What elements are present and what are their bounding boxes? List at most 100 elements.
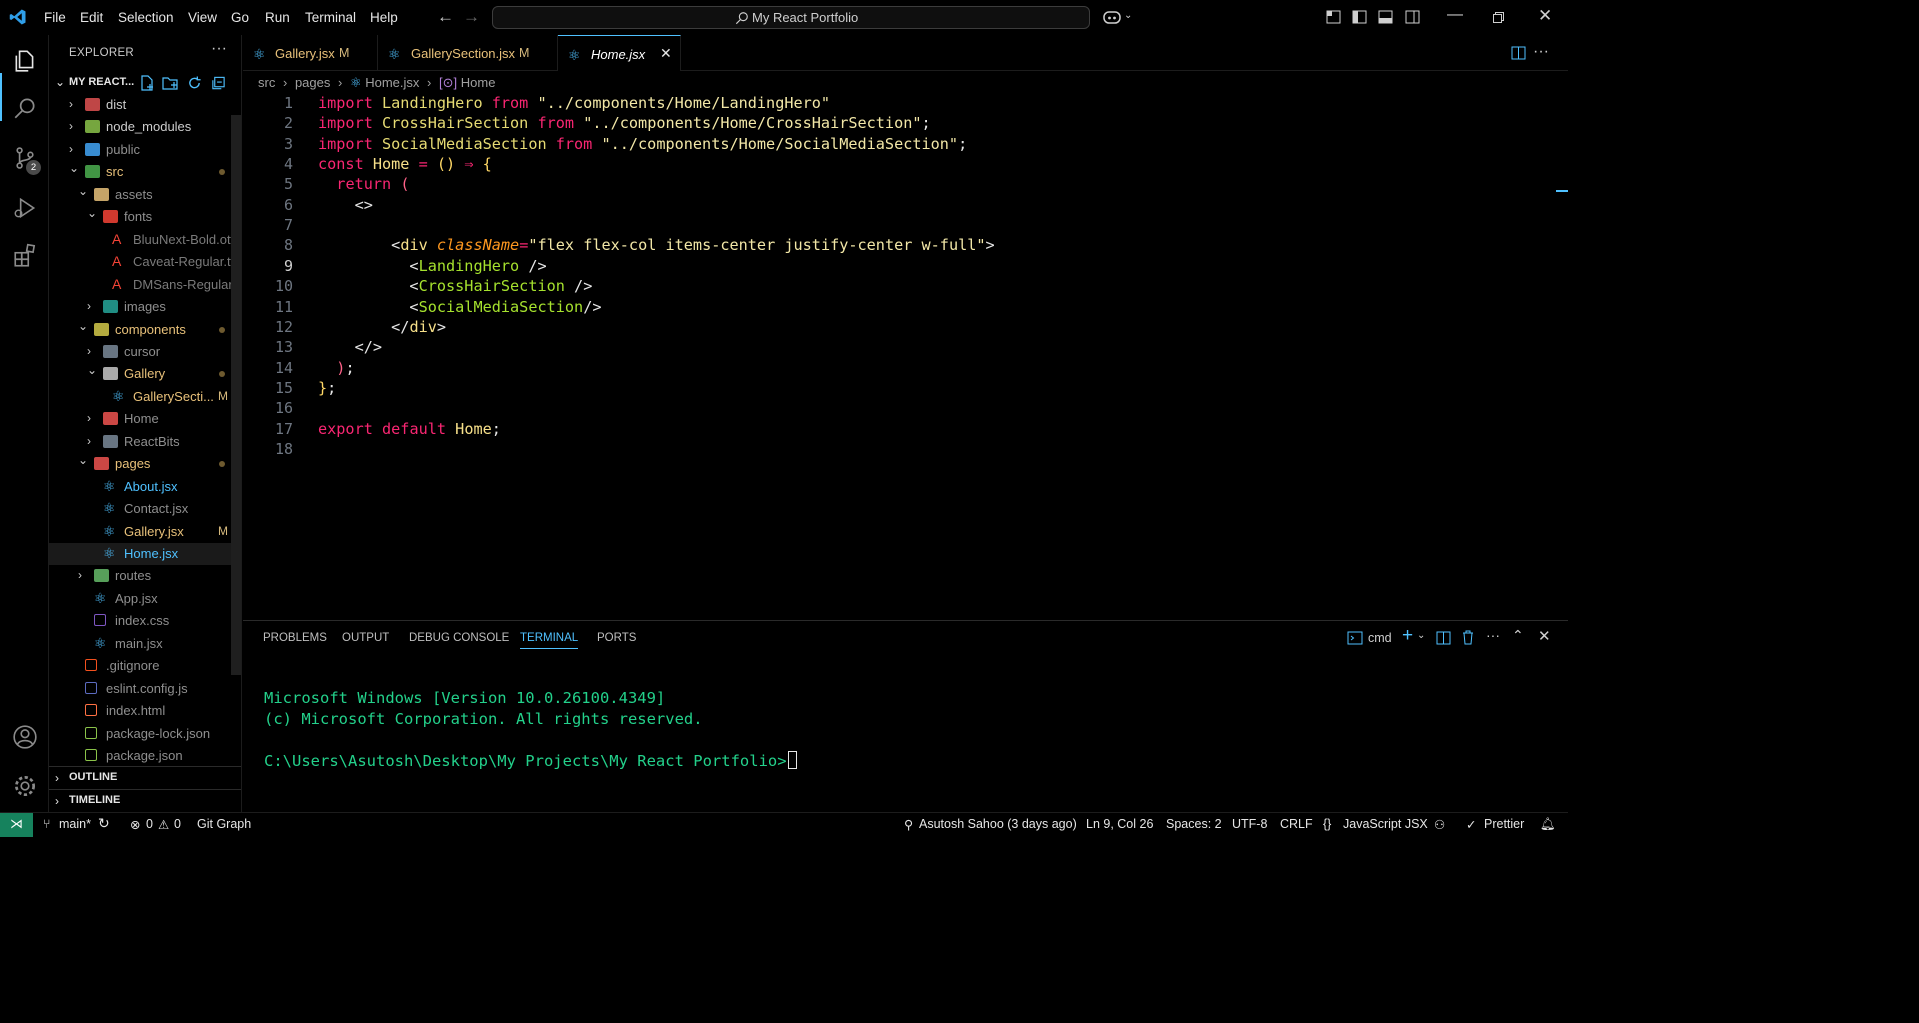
tree-item[interactable]: ⚛ About.jsx xyxy=(49,476,241,498)
git-blame[interactable]: Asutosh Sahoo (3 days ago) xyxy=(919,817,1077,831)
remote-indicator[interactable]: ⋊ xyxy=(0,813,33,837)
trash-icon[interactable] xyxy=(1461,630,1475,645)
copilot-chevron-down-icon[interactable]: ⌄ xyxy=(1124,10,1132,21)
breadcrumb-file[interactable]: Home.jsx xyxy=(365,75,419,90)
sidebar-scrollbar[interactable] xyxy=(231,115,241,675)
breadcrumb-symbol[interactable]: Home xyxy=(461,75,496,90)
toggle-panel-icon[interactable] xyxy=(1378,10,1393,24)
tree-item[interactable]: ⌄ pages xyxy=(49,453,241,475)
split-terminal-icon[interactable] xyxy=(1436,631,1451,645)
tree-item[interactable]: ⌄ fonts xyxy=(49,206,241,228)
tree-item[interactable]: ⚛ Gallery.jsx M xyxy=(49,521,241,543)
refresh-icon[interactable] xyxy=(187,75,202,91)
tab-problems[interactable]: PROBLEMS xyxy=(263,632,327,644)
language-mode[interactable]: JavaScript JSX xyxy=(1343,817,1428,831)
code-editor[interactable]: 1 import LandingHero from "../components/… xyxy=(243,94,1568,619)
tree-item[interactable]: ⌄ assets xyxy=(49,184,241,206)
tab-output[interactable]: OUTPUT xyxy=(342,632,389,644)
account-icon[interactable] xyxy=(12,724,38,750)
extensions-icon[interactable] xyxy=(12,243,38,269)
menu-help[interactable]: Help xyxy=(370,10,398,25)
menu-selection[interactable]: Selection xyxy=(118,10,174,25)
tree-item[interactable]: › node_modules xyxy=(49,116,241,138)
copilot-icon[interactable] xyxy=(1102,9,1122,25)
tab-ports[interactable]: PORTS xyxy=(597,632,636,644)
editor-more-actions-icon[interactable]: ··· xyxy=(1533,43,1549,61)
indentation[interactable]: Spaces: 2 xyxy=(1166,817,1222,831)
forward-arrow-icon[interactable]: → xyxy=(463,7,480,27)
menu-file[interactable]: File xyxy=(44,10,66,25)
back-arrow-icon[interactable]: ← xyxy=(437,7,454,27)
error-count[interactable]: 0 xyxy=(146,817,153,831)
project-header[interactable]: ⌄ MY REACT... xyxy=(49,72,241,94)
tree-item[interactable]: index.html xyxy=(49,700,241,722)
tree-item[interactable]: › ReactBits xyxy=(49,431,241,453)
terminal-prompt[interactable]: C:\Users\Asutosh\Desktop\My Projects\My … xyxy=(264,751,797,770)
manage-gear-icon[interactable] xyxy=(12,773,38,799)
tree-item[interactable]: › cursor xyxy=(49,341,241,363)
tree-item[interactable]: .gitignore xyxy=(49,655,241,677)
toggle-primary-sidebar-icon[interactable] xyxy=(1352,10,1367,24)
prettier-status[interactable]: Prettier xyxy=(1484,817,1524,831)
panel-more-icon[interactable]: ··· xyxy=(1486,627,1500,643)
breadcrumb-pages[interactable]: pages xyxy=(295,75,330,90)
warning-count[interactable]: 0 xyxy=(174,817,181,831)
tab-gallery-jsx[interactable]: ⚛ Gallery.jsx M xyxy=(243,35,378,71)
cursor-position[interactable]: Ln 9, Col 26 xyxy=(1086,817,1153,831)
tab-terminal[interactable]: TERMINAL xyxy=(520,632,579,649)
menu-go[interactable]: Go xyxy=(231,10,249,25)
menu-edit[interactable]: Edit xyxy=(80,10,103,25)
tree-item[interactable]: › public xyxy=(49,139,241,161)
new-folder-icon[interactable] xyxy=(162,75,179,91)
search-activity-icon[interactable] xyxy=(12,95,38,121)
collapse-all-icon[interactable] xyxy=(211,75,226,91)
tree-item[interactable]: ⚛ App.jsx xyxy=(49,588,241,610)
end-of-line[interactable]: CRLF xyxy=(1280,817,1313,831)
customize-layout-icon[interactable] xyxy=(1326,10,1341,24)
git-graph[interactable]: Git Graph xyxy=(197,817,251,831)
tab-debug-console[interactable]: DEBUG CONSOLE xyxy=(409,632,509,644)
toggle-secondary-sidebar-icon[interactable] xyxy=(1405,10,1420,24)
new-terminal-icon[interactable]: + xyxy=(1402,625,1413,647)
breadcrumb-src[interactable]: src xyxy=(258,75,275,90)
tree-item[interactable]: A DMSans-Regular... xyxy=(49,274,241,296)
close-panel-icon[interactable]: ✕ xyxy=(1538,627,1551,645)
menu-run[interactable]: Run xyxy=(265,10,290,25)
close-window-icon[interactable]: ✕ xyxy=(1538,6,1552,26)
tree-item[interactable]: › Home xyxy=(49,408,241,430)
outline-section[interactable]: › OUTLINE xyxy=(49,766,241,788)
tree-item[interactable]: ⚛ Contact.jsx xyxy=(49,498,241,520)
tab-home-jsx[interactable]: ⚛ Home.jsx ✕ xyxy=(558,35,681,71)
restore-icon[interactable] xyxy=(1493,12,1504,23)
tree-item[interactable]: ⌄ components xyxy=(49,319,241,341)
more-actions-icon[interactable]: ··· xyxy=(211,40,227,58)
tree-item[interactable]: › images xyxy=(49,296,241,318)
tree-item[interactable]: ⚛ GallerySecti... M xyxy=(49,386,241,408)
encoding[interactable]: UTF-8 xyxy=(1232,817,1267,831)
maximize-panel-icon[interactable]: ⌃ xyxy=(1512,627,1524,644)
tree-item[interactable]: package-lock.json xyxy=(49,723,241,745)
new-file-icon[interactable] xyxy=(139,75,155,91)
explorer-icon[interactable] xyxy=(12,48,38,74)
copilot-status-icon[interactable]: ⚇ xyxy=(1434,817,1445,832)
tree-item[interactable]: eslint.config.js xyxy=(49,678,241,700)
tree-item[interactable]: A Caveat-Regular.ttf xyxy=(49,251,241,273)
menu-terminal[interactable]: Terminal xyxy=(305,10,356,25)
tree-item[interactable]: index.css xyxy=(49,610,241,632)
minimize-icon[interactable]: — xyxy=(1447,6,1463,24)
sync-icon[interactable]: ↻ xyxy=(98,815,110,832)
tree-item[interactable]: ⌄ Gallery xyxy=(49,363,241,385)
command-center-search[interactable]: My React Portfolio xyxy=(492,6,1090,29)
shell-name[interactable]: cmd xyxy=(1368,631,1392,645)
tree-item[interactable]: A BluuNext-Bold.otf xyxy=(49,229,241,251)
tab-gallerysection-jsx[interactable]: ⚛ GallerySection.jsx M xyxy=(378,35,558,71)
split-editor-icon[interactable] xyxy=(1511,46,1526,60)
tree-item[interactable]: › dist xyxy=(49,94,241,116)
tree-item[interactable]: ⌄ src xyxy=(49,161,241,183)
notifications-bell-icon[interactable]: 🔔︎ xyxy=(1540,817,1556,832)
tree-item[interactable]: ⚛ main.jsx xyxy=(49,633,241,655)
branch-name[interactable]: main* xyxy=(59,817,91,831)
chevron-down-icon[interactable]: ⌄ xyxy=(1417,630,1425,641)
tree-item[interactable]: package.json xyxy=(49,745,241,767)
menu-view[interactable]: View xyxy=(188,10,217,25)
